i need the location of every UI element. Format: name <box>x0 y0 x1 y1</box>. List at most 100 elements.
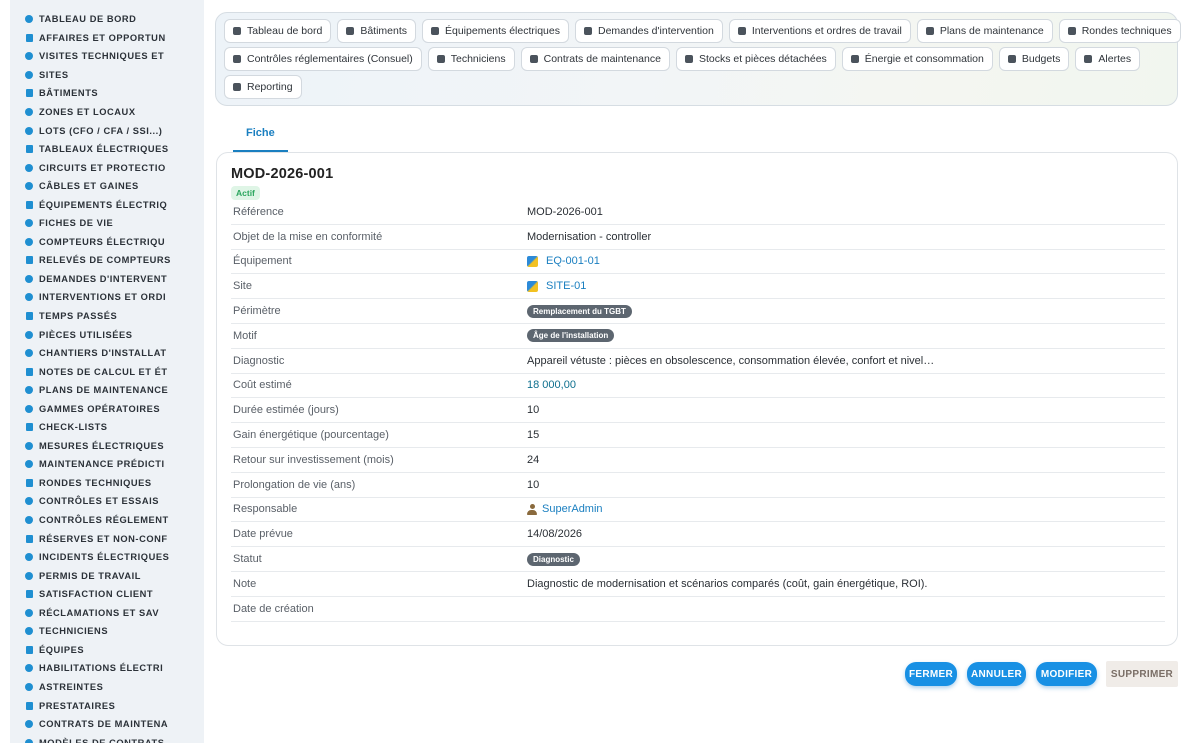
field-value: MOD-2026-001 <box>527 206 603 218</box>
sidebar-item-controles-reglement[interactable]: CONTRÔLES RÉGLEMENT <box>10 511 204 530</box>
sidebar-item-maintenance-predicti[interactable]: MAINTENANCE PRÉDICTI <box>10 455 204 474</box>
sidebar-item-label: RÉSERVES ET NON-CONF <box>39 533 168 544</box>
sidebar-item-label: MODÈLES DE CONTRATS <box>39 737 165 743</box>
nav-button-label: Énergie et consommation <box>864 53 984 65</box>
nav-button-alertes[interactable]: Alertes <box>1075 47 1141 71</box>
sidebar-item-techniciens[interactable]: TECHNICIENS <box>10 622 204 641</box>
sidebar-item-label: BÂTIMENTS <box>39 88 99 99</box>
sidebar-item-equipes[interactable]: ÉQUIPES <box>10 641 204 660</box>
nav-button-batiments[interactable]: Bâtiments <box>337 19 416 43</box>
sidebar-item-reclamations-et-sav[interactable]: RÉCLAMATIONS ET SAV <box>10 604 204 623</box>
sidebar-item-rondes-techniques[interactable]: RONDES TECHNIQUES <box>10 474 204 493</box>
sidebar-item-fiches-de-vie[interactable]: FICHES DE VIE <box>10 214 204 233</box>
file-template-icon <box>24 738 34 743</box>
field-label: Statut <box>233 553 262 566</box>
sidebar-item-label: TECHNICIENS <box>39 626 109 637</box>
sidebar-item-astreintes[interactable]: ASTREINTES <box>10 678 204 697</box>
hard-hat-icon <box>436 55 445 63</box>
sidebar-item-permis-de-travail[interactable]: PERMIS DE TRAVAIL <box>10 566 204 585</box>
nav-button-demandes-d-intervention[interactable]: Demandes d'intervention <box>574 19 723 43</box>
sidebar-item-demandes-d-intervent[interactable]: DEMANDES D'INTERVENT <box>10 270 204 289</box>
sidebar-item-compteurs-electriqu[interactable]: COMPTEURS ÉLECTRIQU <box>10 233 204 252</box>
nav-button-equipements-electriques[interactable]: Équipements électriques <box>422 19 569 43</box>
nav-button-stocks-et-pieces-detachees[interactable]: Stocks et pièces détachées <box>675 47 836 71</box>
field-label: Référence <box>233 205 284 218</box>
sidebar-item-visites-techniques-et[interactable]: VISITES TECHNIQUES ET <box>10 47 204 66</box>
nav-button-controles-reglementaires-consuel[interactable]: Contrôles réglementaires (Consuel) <box>224 47 422 71</box>
sidebar-item-label: LOTS (CFO / CFA / SSI...) <box>39 125 163 136</box>
field-link[interactable]: SuperAdmin <box>542 503 603 515</box>
tab-fiche[interactable]: Fiche <box>233 121 288 152</box>
sidebar-item-contrats-de-maintena[interactable]: CONTRATS DE MAINTENA <box>10 715 204 734</box>
nav-button-interventions-et-ordres-de-travail[interactable]: Interventions et ordres de travail <box>728 19 911 43</box>
sidebar-item-label: CHECK-LISTS <box>39 422 108 433</box>
sidebar-item-label: ÉQUIPEMENTS ÉLECTRIQ <box>39 199 168 210</box>
sidebar-item-tableau-de-bord[interactable]: TABLEAU DE BORD <box>10 10 204 29</box>
sidebar-item-label: ASTREINTES <box>39 681 104 692</box>
field-value: 24 <box>527 454 539 466</box>
sidebar-item-equipements-electriq[interactable]: ÉQUIPEMENTS ÉLECTRIQ <box>10 195 204 214</box>
sidebar-item-label: RELEVÉS DE COMPTEURS <box>39 255 171 266</box>
warning-icon <box>24 552 34 562</box>
sidebar-item-label: PLANS DE MAINTENANCE <box>39 385 169 396</box>
sidebar-item-notes-de-calcul-et-et[interactable]: NOTES DE CALCUL ET ÉT <box>10 362 204 381</box>
cancel-button[interactable]: ANNULER <box>967 662 1026 686</box>
clipboard-list-icon <box>24 515 34 525</box>
sidebar-item-check-lists[interactable]: CHECK-LISTS <box>10 418 204 437</box>
nav-button-contrats-de-maintenance[interactable]: Contrats de maintenance <box>520 47 670 71</box>
sidebar-item-tableaux-electriques[interactable]: TABLEAUX ÉLECTRIQUES <box>10 140 204 159</box>
nav-button-label: Budgets <box>1021 53 1061 65</box>
field-link[interactable]: SITE-01 <box>546 280 586 292</box>
sidebar-item-satisfaction-client[interactable]: SATISFACTION CLIENT <box>10 585 204 604</box>
nav-button-tableau-de-bord[interactable]: Tableau de bord <box>224 19 332 43</box>
field-row: Référence MOD-2026-001 <box>231 200 1165 225</box>
sidebar-item-batiments[interactable]: BÂTIMENTS <box>10 84 204 103</box>
file-signature-icon <box>24 571 34 581</box>
nav-button-label: Interventions et ordres de travail <box>751 25 902 37</box>
sidebar-item-pieces-utilisees[interactable]: PIÈCES UTILISÉES <box>10 325 204 344</box>
gauge-icon <box>24 237 34 247</box>
sidebar-item-interventions-et-ordi[interactable]: INTERVENTIONS ET ORDI <box>10 288 204 307</box>
sidebar-item-circuits-et-protectio[interactable]: CIRCUITS ET PROTECTIO <box>10 158 204 177</box>
nav-button-techniciens[interactable]: Techniciens <box>427 47 515 71</box>
field-label: Note <box>233 577 257 590</box>
users-icon <box>24 645 34 655</box>
field-label: Retour sur investissement (mois) <box>233 453 394 466</box>
sidebar-item-label: CÂBLES ET GAINES <box>39 181 139 192</box>
sidebar-item-releves-de-compteurs[interactable]: RELEVÉS DE COMPTEURS <box>10 251 204 270</box>
sidebar-item-plans-de-maintenance[interactable]: PLANS DE MAINTENANCE <box>10 381 204 400</box>
nav-button-rondes-techniques[interactable]: Rondes techniques <box>1058 19 1181 43</box>
alert-circle-icon <box>24 534 34 544</box>
sidebar-item-controles-et-essais[interactable]: CONTRÔLES ET ESSAIS <box>10 492 204 511</box>
sidebar-item-label: GAMMES OPÉRATOIRES <box>39 403 161 414</box>
delete-button[interactable]: SUPPRIMER <box>1106 661 1178 687</box>
value-pill: Âge de l'installation <box>527 329 615 343</box>
sidebar-item-temps-passes[interactable]: TEMPS PASSÉS <box>10 307 204 326</box>
sidebar-item-gammes-operatoires[interactable]: GAMMES OPÉRATOIRES <box>10 399 204 418</box>
sidebar-item-incidents-electriques[interactable]: INCIDENTS ÉLECTRIQUES <box>10 548 204 567</box>
sidebar-item-label: RONDES TECHNIQUES <box>39 477 152 488</box>
sidebar-item-cables-et-gaines[interactable]: CÂBLES ET GAINES <box>10 177 204 196</box>
sidebar-item-lots-cfo-cfa-ssi[interactable]: LOTS (CFO / CFA / SSI...) <box>10 121 204 140</box>
sidebar-item-chantiers-d-installat[interactable]: CHANTIERS D'INSTALLAT <box>10 344 204 363</box>
close-button[interactable]: FERMER <box>905 662 957 686</box>
field-link[interactable]: EQ-001-01 <box>546 255 600 267</box>
sidebar-item-zones-et-locaux[interactable]: ZONES ET LOCAUX <box>10 103 204 122</box>
field-label: Responsable <box>233 503 298 516</box>
sitemap-icon <box>24 126 34 136</box>
edit-button[interactable]: MODIFIER <box>1036 662 1097 686</box>
sidebar-item-mesures-electriques[interactable]: MESURES ÉLECTRIQUES <box>10 437 204 456</box>
sidebar-item-habilitations-electri[interactable]: HABILITATIONS ÉLECTRI <box>10 659 204 678</box>
nav-button-energie-et-consommation[interactable]: Énergie et consommation <box>841 47 993 71</box>
sidebar-item-affaires-et-opportun[interactable]: AFFAIRES ET OPPORTUN <box>10 29 204 48</box>
nav-button-reporting[interactable]: Reporting <box>224 75 302 99</box>
sidebar-item-modeles-de-contrats[interactable]: MODÈLES DE CONTRATS <box>10 733 204 743</box>
field-row: Prolongation de vie (ans) 10 <box>231 473 1165 498</box>
nav-button-plans-de-maintenance[interactable]: Plans de maintenance <box>916 19 1053 43</box>
sidebar-item-label: TABLEAU DE BORD <box>39 14 137 25</box>
sidebar-item-prestataires[interactable]: PRESTATAIRES <box>10 696 204 715</box>
nav-button-label: Techniciens <box>450 53 506 65</box>
nav-button-budgets[interactable]: Budgets <box>998 47 1070 71</box>
sidebar-item-sites[interactable]: SITES <box>10 66 204 85</box>
sidebar-item-reserves-et-non-conf[interactable]: RÉSERVES ET NON-CONF <box>10 529 204 548</box>
